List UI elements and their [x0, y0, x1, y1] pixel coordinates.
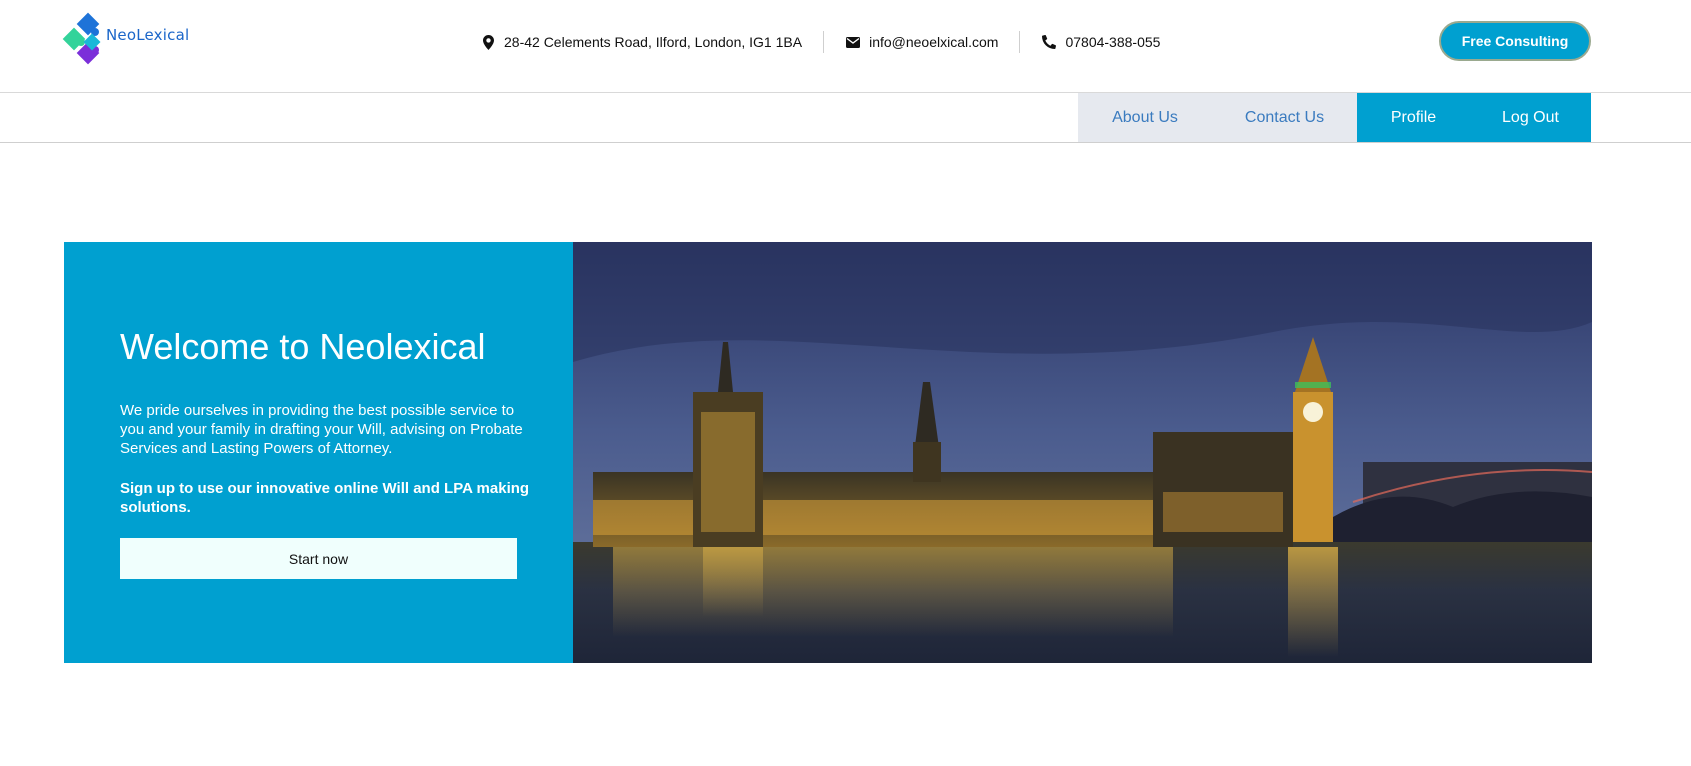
contact-email[interactable]: info@neoelxical.com — [845, 30, 998, 54]
nav-contact-us[interactable]: Contact Us — [1212, 93, 1357, 142]
phone-icon — [1041, 34, 1057, 50]
nav-profile[interactable]: Profile — [1357, 93, 1470, 142]
hero-image — [573, 242, 1592, 663]
nav-menu: About Us Contact Us Profile Log Out — [1078, 93, 1591, 142]
map-marker-icon — [480, 34, 496, 50]
brand-name: NeoLexical — [106, 26, 190, 44]
contact-address: 28-42 Celements Road, Ilford, London, IG… — [480, 30, 802, 54]
start-now-button[interactable]: Start now — [120, 538, 517, 579]
top-header: NeoLexical 28-42 Celements Road, Ilford,… — [0, 0, 1691, 93]
envelope-icon — [845, 34, 861, 50]
nav-log-out[interactable]: Log Out — [1470, 93, 1591, 142]
brand-logo[interactable]: NeoLexical — [62, 12, 212, 72]
divider — [823, 31, 825, 53]
divider — [1019, 31, 1021, 53]
contact-phone[interactable]: 07804-388-055 — [1041, 30, 1160, 54]
contact-strip: 28-42 Celements Road, Ilford, London, IG… — [480, 30, 1160, 54]
puzzle-logo-icon — [62, 12, 101, 65]
main-nav: About Us Contact Us Profile Log Out — [0, 93, 1691, 143]
hero-panel: Welcome to Neolexical We pride ourselves… — [64, 242, 573, 663]
email-link[interactable]: info@neoelxical.com — [869, 34, 998, 50]
phone-link[interactable]: 07804-388-055 — [1065, 34, 1160, 50]
hero-description: We pride ourselves in providing the best… — [120, 402, 523, 457]
free-consulting-button[interactable]: Free Consulting — [1439, 21, 1591, 61]
nav-about-us[interactable]: About Us — [1078, 93, 1212, 142]
address-text: 28-42 Celements Road, Ilford, London, IG… — [504, 34, 803, 50]
hero-signup-text: Sign up to use our innovative online Wil… — [120, 480, 530, 516]
hero-section: Welcome to Neolexical We pride ourselves… — [64, 242, 1592, 663]
hero-title: Welcome to Neolexical — [120, 326, 486, 367]
